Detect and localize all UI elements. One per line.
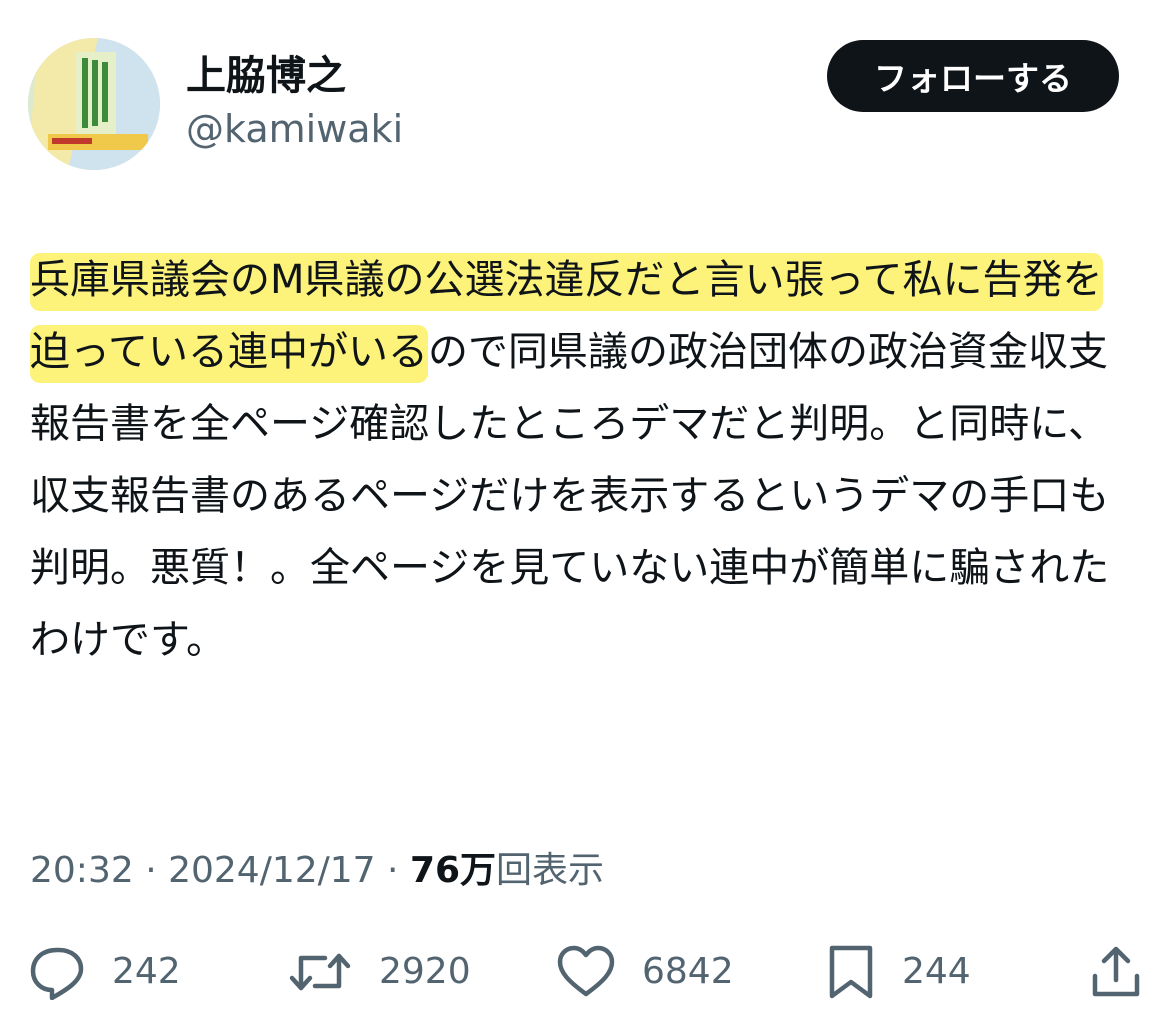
reply-button[interactable]: 242 (28, 944, 181, 1000)
bookmark-count: 244 (902, 951, 971, 992)
views-count: 76万 (409, 850, 497, 891)
views-label: 回表示 (496, 850, 605, 891)
display-name[interactable]: 上脇博之 (186, 50, 346, 102)
meta-separator: · (133, 850, 169, 891)
avatar[interactable] (28, 38, 160, 170)
tweet-date[interactable]: 2024/12/17 (168, 850, 376, 891)
retweet-count: 2920 (379, 951, 471, 992)
follow-button[interactable]: フォローする (827, 40, 1119, 112)
retweet-button[interactable]: 2920 (287, 944, 471, 1000)
tweet-time[interactable]: 20:32 (30, 850, 134, 891)
reply-count: 242 (112, 951, 181, 992)
heart-icon (557, 945, 615, 997)
like-button[interactable]: 6842 (556, 944, 734, 1000)
like-count: 6842 (642, 951, 734, 992)
bookmark-button[interactable]: 244 (826, 944, 971, 1000)
reply-bubble-icon (30, 947, 84, 1000)
bookmark-icon (829, 945, 873, 999)
retweet-icon (289, 953, 351, 991)
tweet-meta: 20:32 · 2024/12/17 · 76万回表示 (30, 846, 604, 896)
meta-separator: · (375, 850, 410, 891)
user-handle[interactable]: @kamiwaki (186, 104, 403, 154)
share-button[interactable] (1090, 944, 1142, 1000)
share-icon (1092, 946, 1140, 997)
profile-photo-icon (28, 38, 160, 170)
tweet-text: 兵庫県議会のM県議の公選法違反だと言い張って私に告発を迫っている連中がいるので同… (30, 244, 1142, 676)
